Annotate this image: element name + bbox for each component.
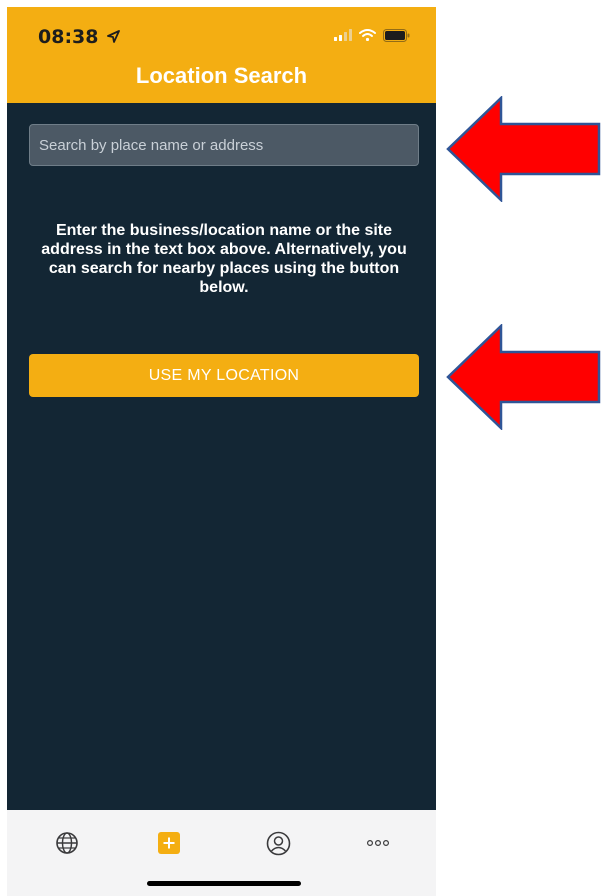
battery-icon [383,28,410,42]
cellular-signal-icon [334,29,352,41]
annotation-arrow-search [446,96,601,202]
add-icon [158,832,180,854]
tab-profile[interactable] [264,829,292,857]
location-arrow-icon [107,30,121,43]
profile-icon [266,831,290,855]
home-indicator [147,881,301,886]
instructions-text: Enter the business/location name or the … [41,222,407,296]
globe-icon [56,832,78,854]
use-my-location-button[interactable]: USE MY LOCATION [29,354,419,397]
tab-add[interactable] [155,829,183,857]
status-time-text: 08:38 [38,26,99,48]
search-input[interactable] [29,124,419,166]
status-time: 08:38 [38,26,121,48]
header-bar: 08:38 Location Search [7,7,436,103]
annotation-arrow-location-button [446,324,601,430]
tab-more[interactable] [364,829,392,857]
more-icon [366,839,390,847]
tab-globe[interactable] [53,829,81,857]
status-icons [334,26,410,44]
wifi-icon [359,29,376,41]
page-title: Location Search [135,63,308,88]
phone-screen: 08:38 Location Search Search by place na… [7,7,436,896]
tab-bar [7,810,436,896]
